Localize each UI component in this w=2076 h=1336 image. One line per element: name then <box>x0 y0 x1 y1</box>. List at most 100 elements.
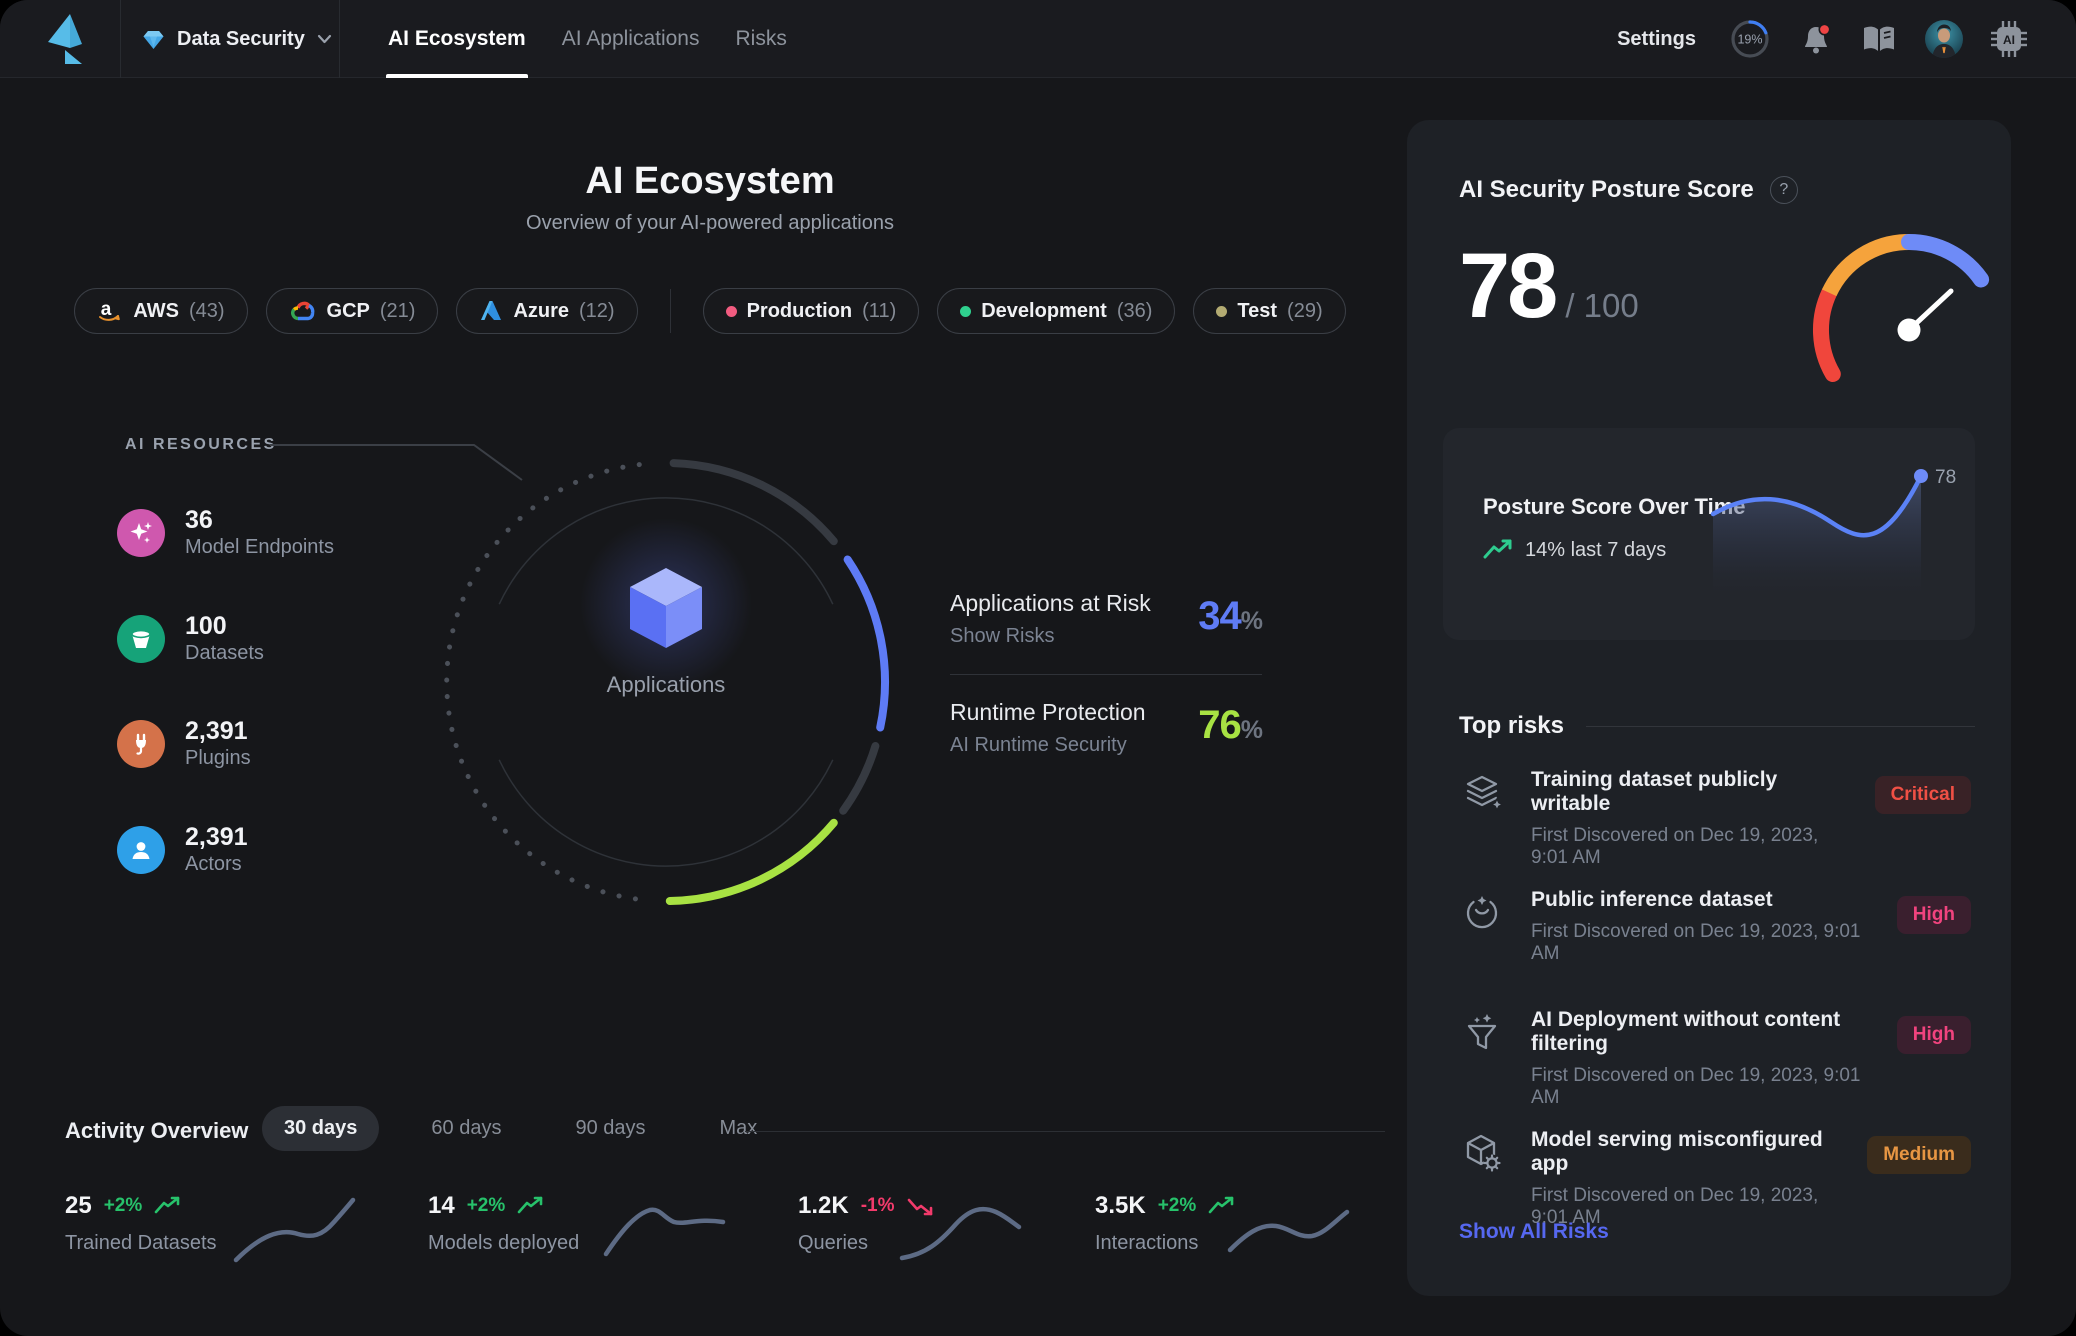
metric-delta: +2% <box>104 1195 143 1217</box>
filter-chip-gcp[interactable]: GCP (21) <box>266 288 439 334</box>
chevron-down-icon <box>317 34 332 44</box>
tab-risks[interactable]: Risks <box>736 0 787 78</box>
trend-up-icon <box>154 1196 182 1216</box>
aws-icon: a <box>97 298 123 324</box>
trained-datasets-sparkline <box>232 1192 357 1264</box>
dataset-notch-icon <box>1459 890 1505 936</box>
resource-value: 2,391 <box>185 717 251 746</box>
severity-badge: High <box>1897 896 1971 934</box>
stat-percentage: 76% <box>1198 703 1262 748</box>
risk-discovered: First Discovered on Dec 19, 2023, 9:01 A… <box>1531 825 1849 869</box>
settings-button[interactable]: Settings <box>1617 28 1696 51</box>
cube-gear-icon <box>1459 1130 1505 1176</box>
resource-label: Plugins <box>185 746 251 771</box>
resource-label: Model Endpoints <box>185 535 334 560</box>
risk-row-public-inference[interactable]: Public inference dataset First Discovere… <box>1459 888 1971 965</box>
range-60-days[interactable]: 60 days <box>409 1106 523 1151</box>
score-gauge <box>1799 220 2019 440</box>
show-all-risks-link[interactable]: Show All Risks <box>1459 1220 1609 1244</box>
resource-label: Datasets <box>185 641 264 666</box>
gem-icon <box>142 28 165 51</box>
range-30-days[interactable]: 30 days <box>262 1106 379 1151</box>
score-denominator: / 100 <box>1565 287 1638 325</box>
chip-group-divider <box>670 289 671 333</box>
chip-count: (21) <box>380 300 416 323</box>
product-switcher[interactable]: Data Security <box>120 0 339 78</box>
filter-chip-test[interactable]: Test (29) <box>1193 288 1345 334</box>
chip-count: (11) <box>862 300 896 323</box>
chip-label: GCP <box>327 300 370 323</box>
resource-actors[interactable]: 2,391 Actors <box>117 823 248 877</box>
top-nav: Data Security AI Ecosystem AI Applicatio… <box>0 0 2076 78</box>
metric-models-deployed: 14 +2% Models deployed <box>428 1192 579 1255</box>
nav-right-cluster: Settings 19% <box>1617 0 2028 78</box>
severity-badge: High <box>1897 1016 1971 1054</box>
metric-value: 14 <box>428 1192 455 1220</box>
docs-book-icon[interactable] <box>1860 23 1898 55</box>
metric-label: Models deployed <box>428 1232 579 1255</box>
page-subtitle: Overview of your AI-powered applications <box>0 212 1420 235</box>
stat-runtime-protection: Runtime Protection AI Runtime Security 7… <box>950 699 1262 757</box>
risk-row-training-dataset[interactable]: Training dataset publicly writable First… <box>1459 768 1971 869</box>
resource-model-endpoints[interactable]: 36 Model Endpoints <box>117 506 334 560</box>
resource-value: 2,391 <box>185 823 248 852</box>
metric-label: Interactions <box>1095 1232 1236 1255</box>
posture-trend-chart: 78 <box>1707 452 1957 617</box>
tab-ai-applications[interactable]: AI Applications <box>562 0 700 78</box>
severity-badge: Medium <box>1867 1136 1971 1174</box>
filter-funnel-icon <box>1459 1010 1505 1056</box>
help-icon[interactable]: ? <box>1770 176 1798 204</box>
ring-stats: Applications at Risk Show Risks 34% Runt… <box>950 590 1262 757</box>
stat-percentage: 34% <box>1198 594 1262 639</box>
progress-value: 19% <box>1737 33 1762 47</box>
models-deployed-sparkline <box>602 1192 727 1264</box>
development-dot-icon <box>960 306 971 317</box>
trend-delta: 14% last 7 days <box>1483 538 1666 562</box>
range-90-days[interactable]: 90 days <box>553 1106 667 1151</box>
chip-count: (43) <box>189 300 225 323</box>
metric-label: Trained Datasets <box>65 1232 217 1255</box>
risk-row-content-filtering[interactable]: AI Deployment without content filtering … <box>1459 1008 1971 1109</box>
metric-interactions: 3.5K +2% Interactions <box>1095 1192 1236 1255</box>
trend-point-label: 78 <box>1935 467 1956 488</box>
risk-title: Public inference dataset <box>1531 888 1871 912</box>
ring-green-segment <box>670 823 834 901</box>
ai-chip-icon[interactable]: AI <box>1990 20 2028 58</box>
time-range-selector: 30 days 60 days 90 days Max <box>262 1106 779 1151</box>
metric-trained-datasets: 25 +2% Trained Datasets <box>65 1192 217 1255</box>
product-name: Data Security <box>177 28 305 51</box>
production-dot-icon <box>726 306 737 317</box>
queries-sparkline <box>898 1192 1023 1264</box>
risk-row-model-serving[interactable]: Model serving misconfigured app First Di… <box>1459 1128 1971 1229</box>
person-icon <box>117 826 165 874</box>
resource-value: 100 <box>185 612 264 641</box>
user-avatar[interactable] <box>1924 19 1964 59</box>
risk-discovered: First Discovered on Dec 19, 2023, 9:01 A… <box>1531 921 1871 965</box>
filter-chip-aws[interactable]: a AWS (43) <box>74 288 247 334</box>
test-dot-icon <box>1216 306 1227 317</box>
resource-datasets[interactable]: 100 Datasets <box>117 612 264 666</box>
chip-label: Development <box>981 300 1107 323</box>
posture-score: 78 / 100 <box>1459 240 1639 332</box>
chip-label: Production <box>747 300 853 323</box>
range-max[interactable]: Max <box>698 1106 780 1151</box>
tab-ai-ecosystem[interactable]: AI Ecosystem <box>388 0 526 78</box>
notifications-bell-icon[interactable] <box>1798 21 1834 57</box>
usage-progress-ring[interactable]: 19% <box>1728 17 1772 61</box>
risk-title: AI Deployment without content filtering <box>1531 1008 1871 1056</box>
filter-chip-azure[interactable]: Azure (12) <box>456 288 637 334</box>
stats-divider <box>950 674 1262 675</box>
nav-divider <box>339 0 340 78</box>
metric-delta: -1% <box>861 1195 895 1217</box>
sparkles-icon <box>117 509 165 557</box>
posture-score-panel: AI Security Posture Score ? 78 / 100 1-3… <box>1407 120 2011 1296</box>
app-logo[interactable] <box>0 0 120 78</box>
filter-chip-production[interactable]: Production (11) <box>703 288 920 334</box>
app-window: Data Security AI Ecosystem AI Applicatio… <box>0 0 2076 1336</box>
risk-title: Model serving misconfigured app <box>1531 1128 1841 1176</box>
resource-label: Actors <box>185 852 248 877</box>
posture-trend-card: Posture Score Over Time 14% last 7 days <box>1443 428 1975 640</box>
resource-plugins[interactable]: 2,391 Plugins <box>117 717 251 771</box>
filter-chip-development[interactable]: Development (36) <box>937 288 1175 334</box>
bucket-icon <box>117 615 165 663</box>
